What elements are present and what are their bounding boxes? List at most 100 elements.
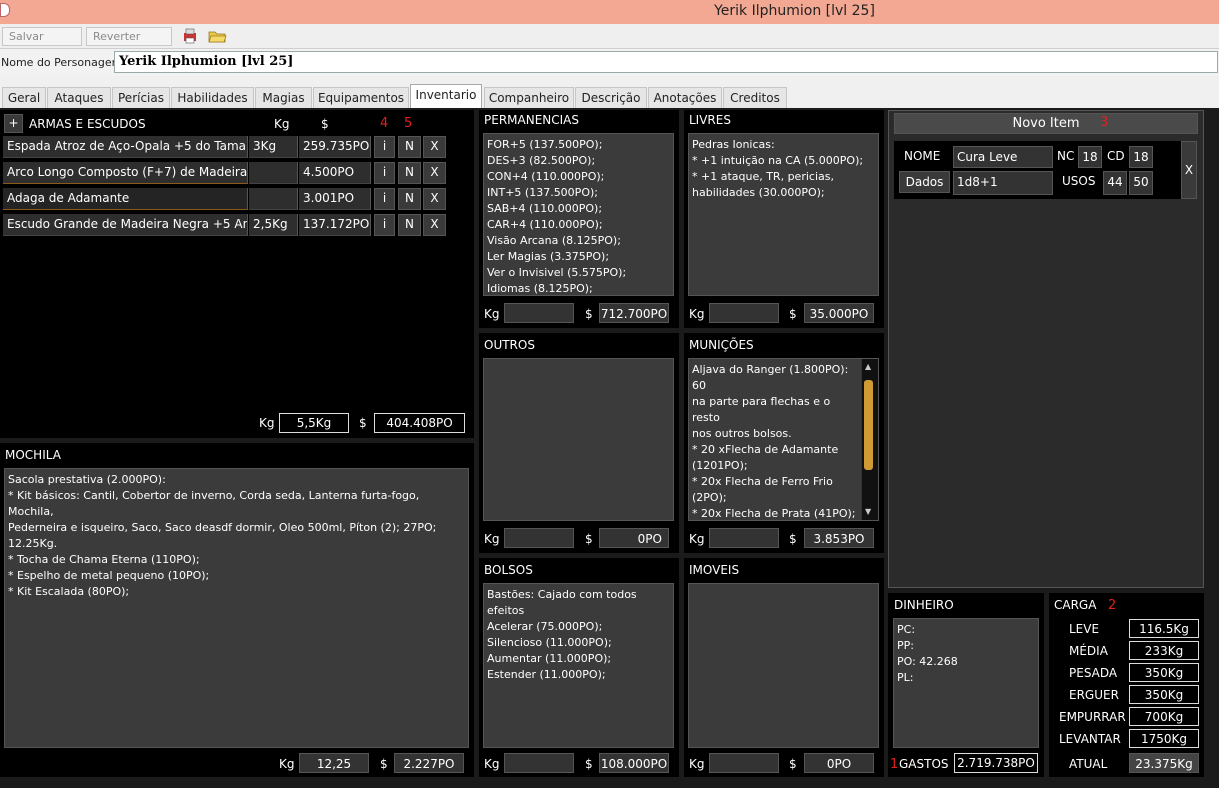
weapon-info-button[interactable]: i: [374, 136, 395, 158]
weapons-total-money-label: $: [359, 416, 367, 430]
tab-magias[interactable]: Magias: [255, 87, 312, 108]
mochila-textarea[interactable]: Sacola prestativa (2.000PO): * Kit básic…: [4, 468, 469, 748]
window-title: Yerik Ilphumion [lvl 25]: [714, 3, 875, 19]
weapon-kg[interactable]: [249, 188, 298, 210]
bolsos-kg-label: Kg: [484, 757, 500, 771]
item-dados-field[interactable]: 1d8+1: [953, 171, 1053, 195]
bolsos-title: BOLSOS: [484, 563, 533, 577]
mochila-kg-field[interactable]: 12,25: [299, 753, 369, 773]
tab-descricao[interactable]: Descrição: [575, 87, 647, 108]
municoes-textarea[interactable]: Aljava do Ranger (1.800PO): 60 na parte …: [688, 358, 879, 521]
weapon-price[interactable]: 137.172PO: [299, 214, 371, 236]
outros-kg-field[interactable]: [504, 528, 574, 548]
livres-money-field[interactable]: 35.000PO: [804, 303, 874, 323]
marker-2: 2: [1108, 598, 1117, 613]
imoveis-textarea[interactable]: [688, 583, 879, 748]
tab-geral[interactable]: Geral: [2, 87, 46, 108]
weapon-kg[interactable]: [249, 162, 298, 184]
permanencias-money-label: $: [585, 307, 593, 321]
weapon-new-button[interactable]: N: [398, 136, 421, 158]
carga-media-label: MÉDIA: [1069, 644, 1108, 658]
item-usos-used-field[interactable]: 44: [1103, 171, 1127, 195]
permanencias-textarea[interactable]: FOR+5 (137.500PO); DES+3 (82.500PO); CON…: [483, 133, 674, 296]
tab-inventario[interactable]: Inventario: [410, 84, 482, 109]
weapon-kg[interactable]: 3Kg: [249, 136, 298, 158]
weapon-new-button[interactable]: N: [398, 214, 421, 236]
livres-kg-field[interactable]: [709, 303, 779, 323]
item-cd-field[interactable]: 18: [1129, 146, 1153, 168]
carga-atual-value: 23.375Kg: [1129, 753, 1199, 773]
character-name-label: Nome do Personagem:: [1, 56, 127, 69]
weapon-remove-button[interactable]: X: [423, 162, 446, 184]
item-name-field[interactable]: Cura Leve: [953, 146, 1053, 168]
tab-ataques[interactable]: Ataques: [47, 87, 111, 108]
livres-textarea[interactable]: Pedras Ionicas: * +1 intuição na CA (5.0…: [688, 133, 879, 296]
character-name-input[interactable]: Yerik Ilphumion [lvl 25]: [114, 51, 1218, 73]
dinheiro-textarea[interactable]: PC: PP: PO: 42.268 PL:: [893, 618, 1039, 748]
tab-pericias[interactable]: Perícias: [112, 87, 170, 108]
weapon-remove-button[interactable]: X: [423, 188, 446, 210]
mochila-money-field[interactable]: 2.227PO: [394, 753, 464, 773]
add-weapon-button[interactable]: +: [4, 114, 23, 133]
weapons-kg-header: Kg: [274, 117, 290, 131]
item-nc-field[interactable]: 18: [1078, 146, 1102, 168]
weapon-name[interactable]: Arco Longo Composto (F+7) de Madeira E: [3, 162, 248, 184]
tab-habilidades[interactable]: Habilidades: [171, 87, 254, 108]
save-button[interactable]: Salvar Ficha: [2, 27, 82, 60]
weapons-total-kg-label: Kg: [259, 416, 275, 430]
municoes-kg-label: Kg: [689, 532, 705, 546]
weapons-title: ARMAS E ESCUDOS: [29, 117, 146, 131]
municoes-scroll-thumb[interactable]: [864, 380, 873, 470]
marker-1: 1: [890, 757, 899, 772]
weapon-remove-button[interactable]: X: [423, 136, 446, 158]
weapon-info-button[interactable]: i: [374, 162, 395, 184]
tab-equipamentos[interactable]: Equipamentos: [313, 87, 409, 108]
bolsos-kg-field[interactable]: [504, 753, 574, 773]
permanencias-money-field[interactable]: 712.700PO: [599, 303, 669, 323]
weapon-price[interactable]: 3.001PO: [299, 188, 371, 210]
imoveis-money-field[interactable]: 0PO: [804, 753, 874, 773]
imoveis-title: IMOVEIS: [689, 563, 740, 577]
outros-kg-label: Kg: [484, 532, 500, 546]
revert-button[interactable]: Reverter Ficha: [86, 27, 172, 60]
title-bar: Yerik Ilphumion [lvl 25]: [0, 0, 1219, 24]
carga-levantar-label: LEVANTAR: [1059, 732, 1121, 746]
imoveis-kg-field[interactable]: [709, 753, 779, 773]
weapon-name[interactable]: Espada Atroz de Aço-Opala +5 do Taman: [3, 136, 248, 158]
tab-anotacoes[interactable]: Anotações: [648, 87, 722, 108]
outros-title: OUTROS: [484, 338, 535, 352]
item-close-button[interactable]: X: [1181, 141, 1197, 199]
weapon-info-button[interactable]: i: [374, 188, 395, 210]
print-icon[interactable]: [181, 27, 199, 45]
weapon-kg[interactable]: 2,5Kg: [249, 214, 298, 236]
weapon-new-button[interactable]: N: [398, 188, 421, 210]
outros-money-field[interactable]: 0PO: [599, 528, 669, 548]
carga-leve-value: 116.5Kg: [1129, 619, 1199, 638]
new-item-button[interactable]: Novo Item: [894, 113, 1198, 134]
municoes-money-field[interactable]: 3.853PO: [804, 528, 874, 548]
imoveis-kg-label: Kg: [689, 757, 705, 771]
dinheiro-title: DINHEIRO: [894, 598, 954, 612]
weapon-remove-button[interactable]: X: [423, 214, 446, 236]
gastos-value: 2.719.738PO: [954, 753, 1038, 773]
open-folder-icon[interactable]: [207, 27, 227, 45]
weapon-price[interactable]: 4.500PO: [299, 162, 371, 184]
outros-textarea[interactable]: [483, 358, 674, 521]
municoes-kg-field[interactable]: [709, 528, 779, 548]
weapon-price[interactable]: 259.735PO: [299, 136, 371, 158]
weapon-name[interactable]: Escudo Grande de Madeira Negra +5 Anir: [3, 214, 248, 236]
scroll-down-icon[interactable]: ▼: [865, 507, 871, 516]
weapon-info-button[interactable]: i: [374, 214, 395, 236]
item-name-label: NOME: [904, 149, 941, 163]
scroll-up-icon[interactable]: ▲: [865, 362, 871, 371]
permanencias-kg-field[interactable]: [504, 303, 574, 323]
dados-button[interactable]: Dados: [899, 171, 950, 193]
weapon-name[interactable]: Adaga de Adamante: [3, 188, 248, 210]
item-usos-max-field[interactable]: 50: [1129, 171, 1153, 195]
weapon-new-button[interactable]: N: [398, 162, 421, 184]
bolsos-textarea[interactable]: Bastões: Cajado com todos efeitos Aceler…: [483, 583, 674, 748]
tab-companheiro[interactable]: Companheiro: [484, 87, 574, 108]
permanencias-title: PERMANENCIAS: [484, 113, 579, 127]
tab-creditos[interactable]: Creditos: [723, 87, 787, 108]
bolsos-money-field[interactable]: 108.000PO: [599, 753, 669, 773]
